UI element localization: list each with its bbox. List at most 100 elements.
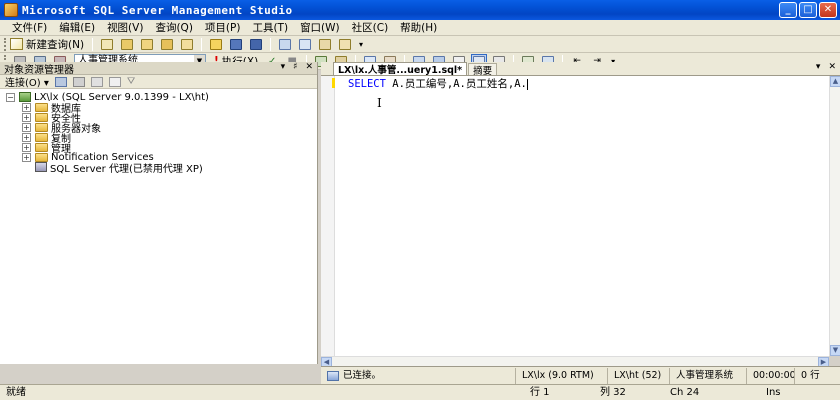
menu-query[interactable]: 查询(Q) (149, 20, 198, 36)
toolbar-grip[interactable] (4, 37, 7, 51)
tree-node-label: SQL Server 代理(已禁用代理 XP) (50, 163, 203, 175)
menu-edit[interactable]: 编辑(E) (53, 20, 101, 36)
code-editor[interactable]: SELECT A.员工编号,A.员工姓名,A. I (321, 76, 829, 356)
connection-status-text: 已连接。 (343, 369, 382, 381)
menu-bar: 文件(F) 编辑(E) 视图(V) 查询(Q) 项目(P) 工具(T) 窗口(W… (0, 20, 840, 36)
expand-icon[interactable]: + (22, 102, 31, 112)
menu-tools[interactable]: 工具(T) (246, 20, 294, 36)
analysis-icon (121, 38, 134, 50)
connect-dropdown[interactable]: 连接(O) ▾ (5, 74, 49, 89)
tab-close-icon[interactable]: ✕ (828, 62, 836, 72)
object-explorer-button[interactable] (297, 37, 313, 51)
object-explorer-toolbar: 连接(O) ▾ ⛛ (0, 75, 317, 89)
status-char: Ch 24 (670, 386, 700, 398)
connect-object-icon[interactable] (54, 76, 67, 87)
tree-node-sql-agent[interactable]: SQL Server 代理(已禁用代理 XP) (6, 162, 317, 175)
dmx-query-button[interactable] (159, 37, 175, 51)
folder-icon (35, 122, 48, 132)
agent-icon (35, 162, 47, 172)
folder-icon (35, 112, 48, 122)
refresh-icon[interactable] (108, 76, 121, 87)
dmx-icon (161, 38, 174, 50)
database-info: 人事管理系统 (669, 367, 746, 384)
new-query-button[interactable]: 新建查询(N) (10, 37, 84, 52)
toolbar-separator (92, 37, 94, 51)
toolbar-separator (201, 37, 203, 51)
filter-icon[interactable]: ⛛ (127, 76, 135, 87)
save-all-icon (250, 38, 263, 50)
toolbar-options-button[interactable]: ▾ (357, 37, 365, 51)
properties-icon (339, 38, 352, 50)
close-button[interactable]: ✕ (819, 2, 837, 18)
code-line-1[interactable]: SELECT A.员工编号,A.员工姓名,A. (348, 76, 528, 91)
standard-toolbar: 新建查询(N) ▾ (0, 36, 840, 53)
tab-query1[interactable]: LX\lx.人事管...uery1.sql* (333, 62, 468, 76)
object-tree: − LX\lx (SQL Server 9.0.1399 - LX\ht) + … (0, 89, 317, 175)
explorer-icon (299, 38, 312, 50)
tab-list-icon[interactable]: ▾ (816, 62, 821, 72)
menu-project[interactable]: 项目(P) (199, 20, 247, 36)
folder-icon (35, 102, 48, 112)
registered-servers-button[interactable] (277, 37, 293, 51)
menu-help[interactable]: 帮助(H) (394, 20, 443, 36)
save-all-button[interactable] (248, 37, 264, 51)
menu-window[interactable]: 窗口(W) (294, 20, 346, 36)
tree-node-management[interactable]: + 管理 (6, 142, 317, 155)
toolbar-separator (270, 37, 272, 51)
database-engine-query-button[interactable] (99, 37, 115, 51)
connected-icon (327, 370, 339, 381)
xmla-query-button[interactable] (179, 37, 195, 51)
editor-gutter (321, 76, 335, 356)
title-bar: Microsoft SQL Server Management Studio _… (0, 0, 840, 20)
open-file-button[interactable] (208, 37, 224, 51)
object-explorer-panel: 对象资源管理器 ▾ ♯ ✕ 连接(O) ▾ ⛛ − LX\lx (SQL Ser… (0, 62, 318, 364)
new-query-icon (10, 38, 23, 50)
mdx-query-button[interactable] (139, 37, 155, 51)
tab-label: LX\lx.人事管...uery1.sql* (338, 65, 463, 76)
vertical-scrollbar[interactable]: ▲ ▼ (829, 76, 840, 356)
tab-controls: ▾ ✕ (816, 62, 836, 72)
pin-icon[interactable]: ♯ (293, 62, 297, 72)
servers-icon (279, 38, 292, 50)
panel-close-icon[interactable]: ✕ (305, 62, 313, 72)
minimize-button[interactable]: _ (779, 2, 797, 18)
folder-icon (35, 152, 48, 162)
folder-icon (35, 142, 48, 152)
text-caret (526, 78, 528, 90)
collapse-icon[interactable]: − (6, 92, 15, 102)
folder-icon (35, 132, 48, 142)
status-insert-mode: Ins (766, 386, 781, 398)
object-explorer-title: 对象资源管理器 (4, 64, 74, 76)
changed-line-marker (332, 78, 335, 88)
stop-object-icon[interactable] (90, 76, 103, 87)
menu-community[interactable]: 社区(C) (346, 20, 395, 36)
window-title: Microsoft SQL Server Management Studio (22, 3, 293, 17)
tab-summary[interactable]: 摘要 (468, 63, 498, 77)
expand-icon[interactable]: + (22, 152, 31, 162)
expand-icon[interactable]: + (22, 112, 31, 122)
app-icon (4, 3, 18, 17)
ibeam-cursor-icon: I (377, 96, 382, 110)
maximize-button[interactable]: □ (799, 2, 817, 18)
sql-keyword: SELECT (348, 78, 386, 90)
menu-view[interactable]: 视图(V) (101, 20, 149, 36)
expand-icon[interactable]: + (22, 142, 31, 152)
scroll-down-button[interactable]: ▼ (830, 345, 840, 356)
analysis-query-button[interactable] (119, 37, 135, 51)
scroll-up-button[interactable]: ▲ (830, 76, 840, 87)
user-info: LX\ht (52) (607, 367, 669, 384)
xmla-icon (181, 38, 194, 50)
template-explorer-button[interactable] (317, 37, 333, 51)
panel-controls: ▾ ♯ ✕ (281, 62, 313, 72)
status-bar: 就绪 行 1 列 32 Ch 24 Ins (0, 384, 840, 400)
menu-file[interactable]: 文件(F) (6, 20, 53, 36)
panel-menu-icon[interactable]: ▾ (281, 62, 286, 72)
server-info: LX\lx (9.0 RTM) (515, 367, 607, 384)
properties-button[interactable] (337, 37, 353, 51)
expand-icon[interactable]: + (22, 122, 31, 132)
expand-icon[interactable]: + (22, 132, 31, 142)
disconnect-object-icon[interactable] (72, 76, 85, 87)
save-icon (230, 38, 243, 50)
save-button[interactable] (228, 37, 244, 51)
template-icon (319, 38, 332, 50)
